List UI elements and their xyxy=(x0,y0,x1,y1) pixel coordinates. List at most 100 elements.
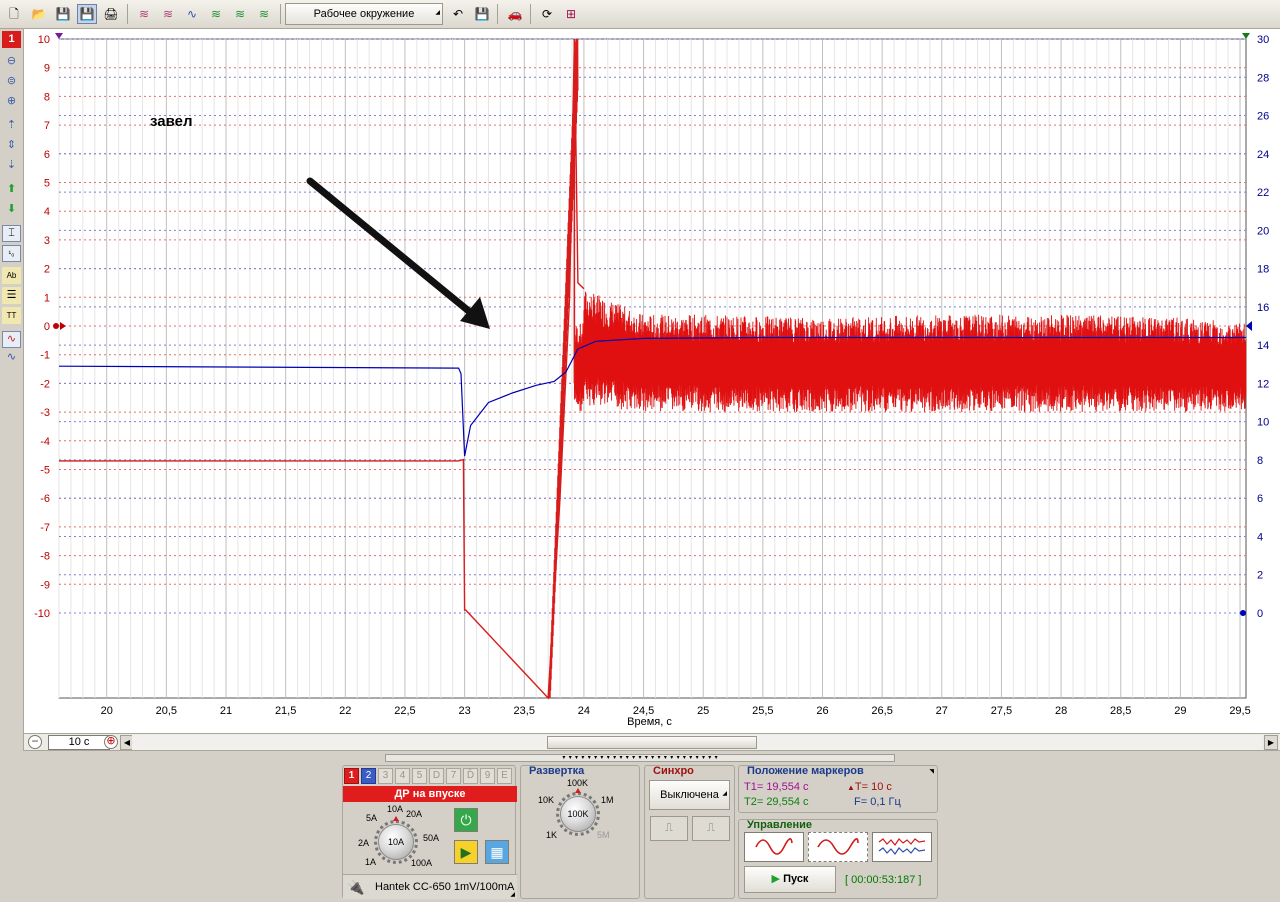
waveform-mode-2-icon[interactable]: ≋ xyxy=(158,4,178,24)
cursor-marker-icon[interactable]: ⌶ xyxy=(2,225,21,242)
run-button[interactable]: ▶ Пуск xyxy=(744,866,836,893)
right-axis-tick-label: 14 xyxy=(1257,340,1269,352)
waveform-mode-1-icon[interactable]: ≋ xyxy=(134,4,154,24)
continuous-sweep-button[interactable] xyxy=(808,832,868,862)
left-axis-tick-label: 3 xyxy=(44,235,50,247)
arrow-up-icon[interactable]: ⬆ xyxy=(2,181,21,198)
save-environment-icon[interactable]: 💾 xyxy=(472,4,492,24)
channel-1-indicator[interactable]: 1 xyxy=(2,31,21,48)
timebase-group: Развертка 100K 10K 1M 1K 5M 100K xyxy=(520,765,640,899)
channel-tab-d-bar[interactable]: D̄ xyxy=(463,768,478,784)
zoom-reset-icon[interactable]: ⊜ xyxy=(2,73,21,90)
open-folder-icon[interactable]: 📂 xyxy=(29,4,49,24)
amplifier-icon[interactable]: ▶ xyxy=(454,840,478,864)
timebase-label-1m: 1M xyxy=(601,795,614,805)
timebase-decrease-button[interactable]: − xyxy=(28,735,42,749)
waveform-view-icon[interactable]: ∿ xyxy=(2,331,21,348)
waveform-mode-6-icon[interactable]: ≋ xyxy=(254,4,274,24)
dropdown-corner-icon: ◢ xyxy=(510,892,515,898)
channel-tab-9[interactable]: 9 xyxy=(480,768,495,784)
x-axis-tick-label: 29 xyxy=(1174,705,1186,717)
x-axis-tick-label: 28 xyxy=(1055,705,1067,717)
range-label-100a: 100A xyxy=(411,858,433,868)
shift-down-icon[interactable]: ⇣ xyxy=(2,157,21,174)
waveform-mode-3-icon[interactable]: ∿ xyxy=(182,4,202,24)
timebase-increase-button[interactable]: ⊕ xyxy=(104,735,118,749)
left-axis-tick-label: -4 xyxy=(40,436,50,448)
oscilloscope-plot[interactable]: 10 9 8 7 6 5 4 3 2 1 0 -1 -2 -3 -4 -5 -6 -7 -8 -9 -10 30 28 26 2… xyxy=(24,29,1280,733)
waveform-mode-5-icon[interactable]: ≋ xyxy=(230,4,250,24)
channel-power-button[interactable]: ⏻ xyxy=(454,808,478,832)
undo-icon[interactable]: ↶ xyxy=(448,4,468,24)
right-axis-tick-label: 0 xyxy=(1257,608,1263,620)
scroll-right-button[interactable]: ▶ xyxy=(1264,735,1278,750)
channel-tab-e[interactable]: E xyxy=(497,768,512,784)
left-axis-tick-label: -1 xyxy=(40,350,50,362)
channel-tab-4[interactable]: 4 xyxy=(395,768,410,784)
right-axis-tick-label: 24 xyxy=(1257,149,1269,161)
run-label: Пуск xyxy=(783,873,809,885)
channel-tab-1[interactable]: 1 xyxy=(344,768,359,784)
left-axis-tick-label: 9 xyxy=(44,63,50,75)
print-preview-icon[interactable]: 🖨 xyxy=(101,4,121,24)
falling-edge-icon[interactable]: ⎍ xyxy=(692,816,730,841)
sync-mode-button[interactable]: Выключена ◢ xyxy=(649,780,730,810)
save-as-icon[interactable]: 💾 xyxy=(77,4,97,24)
main-toolbar: 🗋 📂 💾 💾 🖨 ≋ ≋ ∿ ≋ ≋ ≋ Рабочее окружение … xyxy=(0,0,1280,29)
left-axis-tick-label: 4 xyxy=(44,206,50,218)
left-axis-tick-label: 8 xyxy=(44,91,50,103)
channel-tab-3[interactable]: 3 xyxy=(378,768,393,784)
x-axis-tick-label: 23 xyxy=(458,705,470,717)
workspace-environment-button[interactable]: Рабочее окружение ◢ xyxy=(285,3,443,25)
workspace-environment-label: Рабочее окружение xyxy=(313,8,415,20)
timebase-knob-value: 100K xyxy=(567,809,589,819)
right-axis-tick-label: 28 xyxy=(1257,72,1269,84)
text-label-icon[interactable]: Ab xyxy=(2,267,21,284)
rising-edge-icon[interactable]: ⎍ xyxy=(650,816,688,841)
calculator-icon[interactable]: ▦ xyxy=(485,840,509,864)
channel-tab-d[interactable]: D xyxy=(429,768,444,784)
channel-text-icon[interactable]: TT xyxy=(2,307,21,324)
right-axis-tick-label: 26 xyxy=(1257,111,1269,123)
probe-label: Hantek CC-650 1mV/100mA xyxy=(375,881,515,893)
spectrum-view-icon[interactable]: ∿ xyxy=(2,349,21,366)
fit-screen-icon[interactable]: ⊞ xyxy=(561,4,581,24)
left-axis-tick-label: -3 xyxy=(40,407,50,419)
timebase-knob[interactable]: 100K xyxy=(556,788,600,836)
chart-svg: 109876543210-1-2-3-4-5-6-7-8-9-103028262… xyxy=(34,33,1269,728)
arrow-down-icon[interactable]: ⬇ xyxy=(2,201,21,218)
control-title: Управление xyxy=(747,819,813,831)
left-axis-tick-label: -6 xyxy=(40,493,50,505)
right-channel-top-marker xyxy=(1242,33,1250,39)
waveform-mode-4-icon[interactable]: ≋ xyxy=(206,4,226,24)
timebase-field[interactable]: 10 с xyxy=(48,735,110,750)
probe-selector[interactable]: 🔌 Hantek CC-650 1mV/100mA ◢ xyxy=(343,874,517,899)
left-axis-tick-label: -7 xyxy=(40,522,50,534)
x-axis-tick-label: 25 xyxy=(697,705,709,717)
save-icon[interactable]: 💾 xyxy=(53,4,73,24)
scroll-thumb[interactable] xyxy=(547,736,757,749)
current-range-knob[interactable]: 10A xyxy=(374,816,418,864)
zoom-in-icon[interactable]: ⊕ xyxy=(2,93,21,110)
car-icon[interactable]: 🚗 xyxy=(505,4,525,24)
shift-up-icon[interactable]: ⇡ xyxy=(2,117,21,134)
zoom-out-icon[interactable]: ⊖ xyxy=(2,53,21,70)
refresh-icon[interactable]: ⟳ xyxy=(537,4,557,24)
channel-tab-5[interactable]: 5 xyxy=(412,768,427,784)
left-axis-tick-label: -9 xyxy=(40,579,50,591)
x-axis-tick-label: 26 xyxy=(816,705,828,717)
scroll-track[interactable] xyxy=(132,735,1262,750)
channel-name: ДР на впуске xyxy=(343,786,517,802)
channel-tab-7[interactable]: 7 xyxy=(446,768,461,784)
recorder-mode-button[interactable] xyxy=(872,832,932,862)
list-icon[interactable]: ☰ xyxy=(2,287,21,304)
shift-center-icon[interactable]: ⇕ xyxy=(2,137,21,154)
single-sweep-button[interactable] xyxy=(744,832,804,862)
channel-tab-2[interactable]: 2 xyxy=(361,768,376,784)
panel-splitter[interactable]: ▾ ▾ ▾ ▾ ▾ ▾ ▾ ▾ ▾ ▾ ▾ ▾ ▾ ▾ ▾ ▾ ▾ ▾ ▾ ▾ … xyxy=(385,754,895,762)
measure-table-icon[interactable]: ¹₀ xyxy=(2,245,21,262)
new-file-icon[interactable]: 🗋 xyxy=(4,4,24,24)
right-axis-tick-label: 6 xyxy=(1257,493,1263,505)
left-axis-tick-label: 5 xyxy=(44,178,50,190)
x-axis-tick-label: 27 xyxy=(936,705,948,717)
